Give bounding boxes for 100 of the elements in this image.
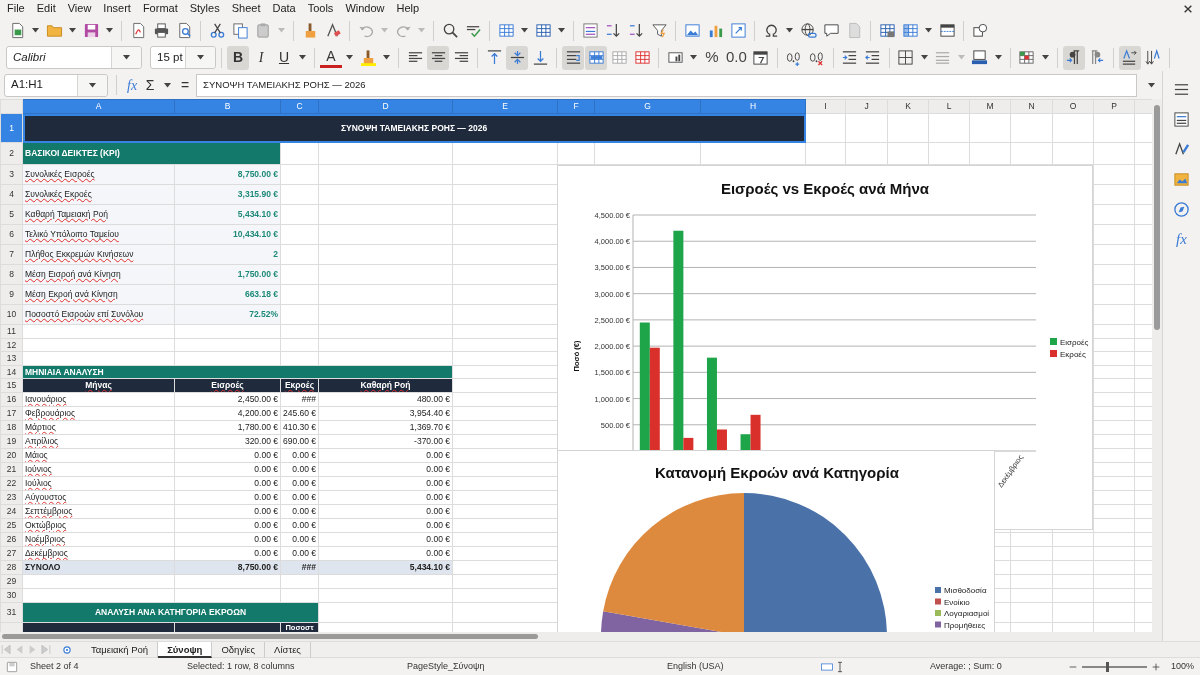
border-color-icon[interactable] <box>971 49 989 66</box>
function-wizard-button[interactable]: fx <box>125 73 140 97</box>
column-header[interactable]: O <box>1052 99 1094 114</box>
caret-icon[interactable] <box>785 28 794 33</box>
column-header[interactable]: B <box>174 99 281 114</box>
find-replace-icon[interactable] <box>441 22 459 39</box>
menu-item[interactable]: View <box>61 0 98 17</box>
currency-format-icon[interactable] <box>666 49 684 66</box>
freeze-panes-icon[interactable] <box>901 22 919 39</box>
sort-descending-icon[interactable] <box>627 22 645 39</box>
hyperlink-icon[interactable] <box>799 22 817 39</box>
date-format-icon[interactable] <box>752 49 770 66</box>
delete-decimal-icon[interactable] <box>808 49 826 66</box>
slider-thumb[interactable] <box>1106 661 1110 672</box>
filter-icon[interactable] <box>650 22 668 39</box>
caret-icon[interactable] <box>993 55 1003 60</box>
caret-icon[interactable] <box>520 28 529 33</box>
sum-button[interactable]: Σ <box>143 73 158 97</box>
row-header[interactable]: 1 <box>0 113 23 143</box>
column-header[interactable]: H <box>700 99 806 114</box>
caret-icon[interactable] <box>689 55 698 60</box>
caret-icon[interactable] <box>122 55 131 60</box>
caret-icon[interactable] <box>196 55 205 60</box>
menu-item[interactable]: Window <box>339 0 391 17</box>
row-header[interactable]: 7 <box>0 244 23 265</box>
caret-icon[interactable] <box>919 55 929 60</box>
scrollbar-thumb[interactable] <box>1154 105 1160 330</box>
zoom-in-icon[interactable] <box>1151 661 1161 672</box>
print-range-icon[interactable] <box>878 22 896 39</box>
caret-icon[interactable] <box>105 28 114 33</box>
menu-item[interactable]: Format <box>136 0 184 17</box>
gallery-icon[interactable] <box>1173 170 1190 188</box>
copy-icon[interactable] <box>231 22 249 39</box>
cut-icon[interactable] <box>208 22 226 39</box>
column-header[interactable]: G <box>594 99 701 114</box>
formula-button[interactable]: = <box>178 73 193 97</box>
highlight-icon[interactable] <box>359 49 377 66</box>
dropdown-button[interactable] <box>185 47 215 68</box>
column-header[interactable]: I <box>805 99 846 114</box>
menu-item[interactable]: Styles <box>183 0 226 17</box>
add-decimal-icon[interactable] <box>785 49 803 66</box>
formula-input-field[interactable]: ΣΥΝΟΨΗ ΤΑΜΕΙΑΚΗΣ ΡΟΗΣ — 2026 <box>196 73 1137 97</box>
caret-icon[interactable] <box>31 28 40 33</box>
row-header[interactable]: 31 <box>0 602 23 623</box>
caret-icon[interactable] <box>924 28 933 33</box>
column-header[interactable]: F <box>557 99 595 114</box>
column-header[interactable]: J <box>845 99 888 114</box>
menu-item[interactable]: Tools <box>301 0 340 17</box>
split-window-icon[interactable] <box>938 22 956 39</box>
print-icon[interactable] <box>152 22 170 39</box>
table-columns-icon[interactable] <box>534 22 552 39</box>
sort-ascending-icon[interactable] <box>604 22 622 39</box>
menu-item[interactable]: Insert <box>97 0 137 17</box>
caret-icon[interactable] <box>68 28 77 33</box>
column-header[interactable]: K <box>887 99 929 114</box>
dropdown-button[interactable] <box>111 47 141 68</box>
caret-icon[interactable] <box>163 82 173 88</box>
caret-icon[interactable] <box>382 55 391 60</box>
indent-icon[interactable] <box>841 49 859 66</box>
font-size-field[interactable]: 15 pt <box>150 46 216 69</box>
row-header[interactable]: 10 <box>0 304 23 325</box>
caret-icon[interactable] <box>345 55 354 60</box>
row-header[interactable]: 4 <box>0 184 23 205</box>
table-rows-icon[interactable] <box>497 22 515 39</box>
column-header[interactable]: D <box>318 99 453 114</box>
borders-icon[interactable] <box>897 49 915 66</box>
row-header[interactable]: 5 <box>0 204 23 225</box>
conditional-format-icon[interactable] <box>1018 49 1036 66</box>
row-header[interactable]: 8 <box>0 264 23 285</box>
percent-button[interactable]: % <box>701 45 723 70</box>
horizontal-scrollbar[interactable] <box>0 632 1162 641</box>
save-icon[interactable] <box>82 22 100 39</box>
menu-item[interactable]: Edit <box>30 0 62 17</box>
row-header[interactable]: 6 <box>0 224 23 245</box>
menu-item[interactable]: Help <box>390 0 426 17</box>
scrollbar-thumb[interactable] <box>2 634 538 639</box>
comment-icon[interactable] <box>822 22 840 39</box>
column-header[interactable]: N <box>1010 99 1053 114</box>
menu-item[interactable]: File <box>1 0 31 17</box>
dropdown-button[interactable] <box>77 74 107 96</box>
vertical-scrollbar[interactable] <box>1152 99 1162 632</box>
pivot-table-icon[interactable] <box>729 22 747 39</box>
sort-icon[interactable] <box>581 22 599 39</box>
menu-item[interactable]: Sheet <box>225 0 267 17</box>
italic-button[interactable]: I <box>250 45 272 70</box>
column-header[interactable]: E <box>452 99 558 114</box>
caret-icon[interactable] <box>88 82 97 88</box>
column-header[interactable]: P <box>1093 99 1135 114</box>
sheet-tab[interactable]: Σύνοψη <box>158 641 213 658</box>
column-header[interactable]: A <box>22 99 175 114</box>
font-name-field[interactable]: Calibri <box>6 46 142 69</box>
shapes-icon[interactable] <box>971 22 989 39</box>
caret-icon[interactable] <box>557 28 566 33</box>
row-header[interactable]: 9 <box>0 284 23 305</box>
number-format-button[interactable]: 0.0 <box>724 45 749 70</box>
column-header[interactable]: M <box>969 99 1011 114</box>
properties-icon[interactable] <box>1173 110 1190 128</box>
navigator-icon[interactable] <box>1173 200 1190 218</box>
image-icon[interactable] <box>683 22 701 39</box>
font-color-button[interactable]: A <box>320 47 342 68</box>
